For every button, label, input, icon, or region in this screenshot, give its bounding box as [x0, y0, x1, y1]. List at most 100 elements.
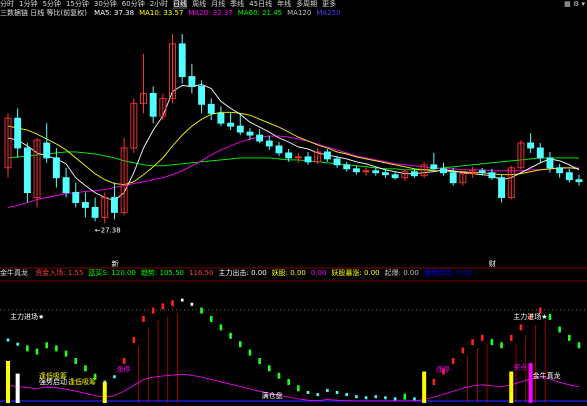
- trend-mark: [64, 350, 68, 357]
- trend-mark: [500, 342, 503, 349]
- trend-mark: [200, 307, 203, 314]
- trend-mark: [122, 358, 126, 364]
- trend-mark: [374, 395, 378, 399]
- trend-mark: [306, 391, 310, 394]
- trend-mark: [548, 313, 552, 320]
- candle-body: [372, 170, 380, 174]
- ma20-line: [7, 135, 579, 208]
- trend-mark: [316, 393, 319, 397]
- candle-body: [565, 172, 573, 181]
- signal-column: [509, 371, 514, 403]
- ma5-line: [7, 84, 580, 202]
- trend-mark: [355, 395, 358, 399]
- trend-mark: [55, 345, 58, 352]
- candle-body: [178, 43, 186, 78]
- indicator-annotation: 涨停: [436, 365, 450, 374]
- candle-body: [527, 142, 535, 149]
- trend-mark: [490, 339, 494, 346]
- trend-mark: [403, 393, 407, 400]
- candle-body: [227, 122, 235, 127]
- trend-mark: [335, 391, 339, 394]
- indicator-annotation: 主力进场★: [513, 312, 547, 321]
- candle-body: [256, 134, 264, 142]
- candle-body: [265, 140, 273, 147]
- signal-column: [15, 373, 20, 403]
- indicator-annotation: 买点: [513, 363, 527, 371]
- candle-body: [478, 170, 486, 174]
- trend-mark: [509, 334, 513, 341]
- indicator-annotation: 逢低吸筹: [68, 377, 96, 386]
- candle-body: [217, 112, 225, 124]
- day-marker: 财: [489, 259, 496, 268]
- signal-column: [528, 363, 533, 403]
- trend-mark: [180, 298, 184, 302]
- trend-mark: [297, 385, 300, 392]
- trend-mark: [35, 348, 39, 355]
- trend-mark: [461, 347, 465, 354]
- trend-mark: [345, 393, 349, 397]
- candle-body: [498, 177, 506, 198]
- trend-mark: [432, 379, 436, 385]
- indicator-annotation: 主力进场★: [10, 312, 44, 321]
- candle-body: [23, 147, 31, 194]
- trend-mark: [248, 349, 252, 356]
- candle-body: [91, 206, 99, 218]
- trend-mark: [16, 342, 19, 346]
- candle-body: [14, 117, 22, 149]
- candle-body: [207, 103, 215, 114]
- candle-body: [391, 174, 399, 179]
- trend-mark: [26, 345, 29, 352]
- trend-mark: [258, 358, 261, 364]
- trend-mark: [413, 397, 416, 401]
- chart-canvas: ←27.38新 财主力进场★强势启动逢低吸筹涨停满仓盘逢低吸筹涨停 买点主力进场★金…: [0, 33, 587, 403]
- candle-body: [62, 177, 70, 194]
- candle-body: [343, 164, 351, 170]
- signal-column: [102, 382, 107, 403]
- trend-mark: [142, 316, 145, 322]
- candle-body: [285, 152, 293, 159]
- trend-mark: [209, 316, 213, 322]
- candle-body: [323, 151, 331, 160]
- trend-mark: [268, 365, 271, 372]
- trend-mark: [45, 342, 49, 349]
- candle-body: [333, 158, 341, 166]
- trend-mark: [519, 324, 523, 331]
- trend-mark: [151, 307, 155, 314]
- trend-mark: [229, 332, 232, 339]
- indicator-annotation: 涨停: [116, 365, 130, 374]
- candle-body: [246, 131, 254, 136]
- trend-mark: [287, 379, 290, 385]
- trend-mark: [577, 342, 581, 349]
- candle-body: [188, 76, 196, 87]
- trend-mark: [161, 303, 165, 310]
- trend-mark: [558, 326, 561, 333]
- trend-mark: [84, 365, 87, 372]
- trend-mark: [74, 358, 78, 364]
- trend-mark: [451, 358, 455, 364]
- candle-body: [43, 142, 51, 159]
- trend-mark: [277, 372, 281, 379]
- candle-body: [81, 202, 89, 208]
- trend-mark: [393, 397, 397, 401]
- candle-body: [411, 171, 418, 177]
- candle-body: [430, 164, 438, 170]
- indicator-annotation: 满仓盘: [262, 391, 283, 400]
- candle-body: [304, 156, 312, 163]
- candle-body: [546, 157, 554, 169]
- candle-body: [488, 172, 496, 179]
- candle-body: [198, 86, 206, 105]
- candle-body: [556, 167, 564, 174]
- candle-body: [72, 192, 80, 203]
- candle-body: [52, 157, 60, 179]
- candle-body: [352, 168, 360, 173]
- signal-column: [6, 361, 10, 403]
- candle-body: [440, 168, 447, 174]
- indicator-annotation: 逢低吸筹: [39, 371, 67, 380]
- ma60-line: [7, 151, 579, 171]
- trend-mark: [384, 396, 387, 400]
- candle-body: [111, 197, 118, 213]
- trend-mark: [480, 334, 484, 341]
- candle-body: [149, 92, 157, 117]
- candle-body: [536, 147, 544, 159]
- trend-mark: [568, 334, 571, 341]
